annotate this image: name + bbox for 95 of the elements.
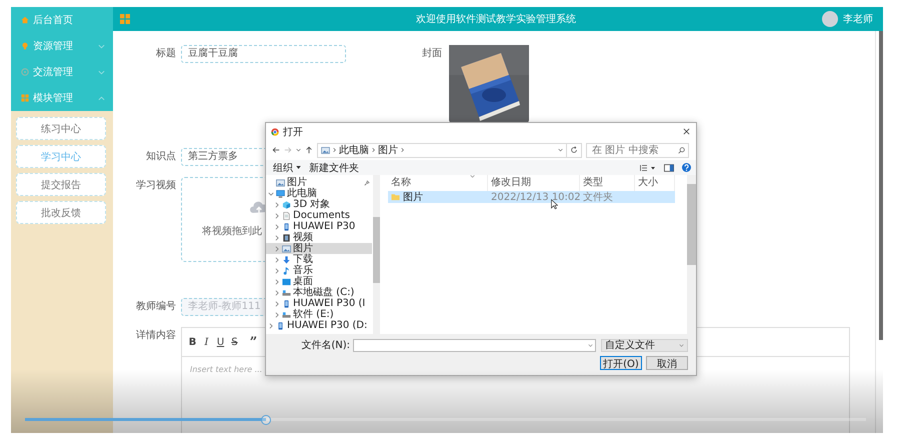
chevron-down-icon[interactable] bbox=[296, 148, 301, 152]
pin-icon bbox=[364, 180, 370, 186]
chevron-right-icon bbox=[401, 147, 404, 153]
chevron-down-icon[interactable] bbox=[558, 148, 563, 152]
tree-label: 桌面 bbox=[293, 276, 313, 287]
progress-thumb[interactable] bbox=[261, 415, 272, 425]
chevron-down-icon bbox=[98, 44, 105, 48]
field-label: 知识点 bbox=[145, 150, 176, 164]
editor-placeholder: Insert text here ... bbox=[190, 365, 264, 374]
refresh-icon bbox=[570, 146, 578, 154]
chevron-down-icon[interactable] bbox=[588, 344, 593, 346]
file-type-dropdown[interactable]: 自定义文件 bbox=[601, 338, 688, 352]
file-row[interactable]: 图片 2022/12/13 10:02 文件夹 bbox=[388, 191, 675, 203]
user-name: 李老师 bbox=[843, 12, 873, 26]
drive-icon bbox=[282, 310, 291, 318]
cube-icon bbox=[282, 200, 291, 208]
sort-caret-icon bbox=[470, 175, 475, 178]
search-placeholder: 在 图片 中搜索 bbox=[592, 144, 660, 157]
phone-icon bbox=[282, 300, 291, 308]
chevron-right-icon bbox=[333, 147, 336, 153]
image-icon bbox=[276, 178, 285, 186]
tree-label: 本地磁盘 (C:) bbox=[293, 287, 354, 298]
tree-label: 图片 bbox=[293, 243, 313, 254]
field-label: 学习视频 bbox=[135, 178, 176, 193]
caret-icon bbox=[296, 166, 301, 169]
tree-label: 3D 对象 bbox=[293, 199, 330, 210]
up-arrow-icon[interactable] bbox=[305, 146, 313, 154]
view-list-icon[interactable] bbox=[640, 164, 656, 172]
modified-date: 2022/12/13 10:02 bbox=[490, 192, 580, 202]
film-icon bbox=[282, 234, 291, 242]
phone-icon bbox=[276, 322, 285, 330]
chevron-down-icon bbox=[98, 70, 105, 74]
image-icon bbox=[321, 146, 330, 154]
title-field[interactable]: 豆腐干豆腐 bbox=[181, 45, 346, 63]
field-label: 教师编号 bbox=[135, 300, 176, 314]
phone-icon bbox=[282, 222, 291, 230]
chevron-up-icon bbox=[98, 96, 105, 100]
chevron-down-icon[interactable] bbox=[268, 190, 274, 196]
monitor-icon bbox=[282, 278, 291, 286]
computer-icon bbox=[276, 190, 285, 198]
file-name-field[interactable] bbox=[353, 338, 596, 352]
music-note-icon bbox=[282, 266, 291, 274]
field-label: 标题 bbox=[155, 46, 176, 61]
chat-bubble-icon bbox=[21, 68, 29, 76]
dialog-title: 打开 bbox=[283, 126, 304, 138]
chevron-right-icon bbox=[372, 147, 375, 153]
document-icon bbox=[282, 212, 291, 220]
search-icon bbox=[678, 146, 685, 154]
scrollbar-thumb[interactable] bbox=[879, 31, 883, 340]
tree-label: 图片 bbox=[287, 177, 307, 188]
down-arrow-icon bbox=[282, 256, 291, 264]
tree-label: 视频 bbox=[293, 232, 313, 243]
format-button[interactable]: I bbox=[200, 336, 213, 348]
folder-icon bbox=[391, 193, 400, 201]
help-icon[interactable] bbox=[682, 163, 691, 172]
chevron-down-icon bbox=[679, 344, 684, 346]
drive-icon bbox=[282, 288, 291, 296]
file-name: 图片 bbox=[403, 190, 423, 204]
dialog-button[interactable]: 取消 bbox=[646, 356, 688, 370]
tree-item[interactable]: 本地磁盘 (C:) bbox=[266, 287, 372, 298]
grid-icon bbox=[21, 94, 29, 102]
close-icon[interactable] bbox=[683, 128, 690, 135]
sidebar-subitem[interactable]: 练习中心 bbox=[16, 117, 106, 140]
tree-label: 下载 bbox=[293, 254, 313, 265]
image-icon bbox=[282, 244, 291, 252]
tree-label: 此电脑 bbox=[287, 188, 317, 199]
app-title: 欢迎使用软件测试教学实验管理系统 bbox=[415, 12, 577, 26]
format-button[interactable]: ” bbox=[247, 334, 260, 350]
scrollbar-thumb[interactable] bbox=[687, 184, 696, 265]
field-label: 文件名(N): bbox=[300, 338, 350, 352]
file-type: 文件夹 bbox=[582, 190, 614, 204]
format-button[interactable]: S bbox=[228, 336, 241, 348]
tree-item[interactable]: 图片 bbox=[266, 243, 372, 254]
field-label: 详情内容 bbox=[135, 328, 176, 343]
sidebar-subitem[interactable]: 提交报告 bbox=[16, 173, 106, 196]
scrollbar-thumb[interactable] bbox=[373, 217, 380, 283]
round-app-icon bbox=[271, 128, 279, 136]
field-label: 封面 bbox=[421, 46, 442, 61]
refresh-button[interactable] bbox=[566, 142, 582, 158]
cursor-icon bbox=[551, 199, 558, 210]
tree-label: 音乐 bbox=[293, 265, 313, 276]
tree-item[interactable]: 音乐 bbox=[266, 265, 372, 276]
breadcrumb[interactable]: 图片 bbox=[378, 143, 398, 157]
sidebar-subitem[interactable]: 批改反馈 bbox=[16, 201, 106, 224]
search-field[interactable]: 在 图片 中搜索 bbox=[586, 142, 689, 158]
preview-pane-icon[interactable] bbox=[664, 164, 674, 172]
tree-item[interactable]: 桌面 bbox=[266, 276, 372, 287]
dialog-button[interactable]: 打开(O) bbox=[600, 356, 642, 370]
home-icon bbox=[21, 16, 29, 24]
format-button[interactable]: B bbox=[186, 336, 199, 348]
upload-hint: 将视频拖到此 bbox=[202, 224, 262, 238]
back-arrow-icon[interactable] bbox=[272, 146, 280, 154]
address-bar[interactable]: 此电脑 图片 bbox=[317, 142, 567, 158]
bulb-icon bbox=[21, 42, 29, 50]
format-button[interactable]: U bbox=[214, 336, 227, 348]
